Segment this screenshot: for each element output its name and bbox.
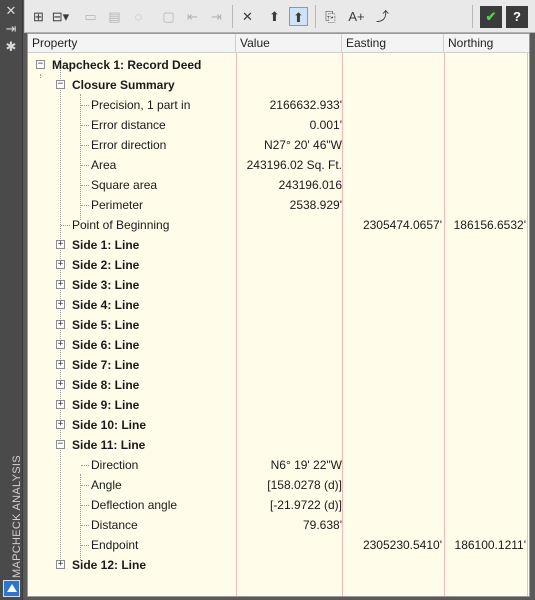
tree-row-side[interactable]: + Side 7: Line (28, 355, 529, 375)
tree-row-error-distance[interactable]: Error distance 0.001' (28, 115, 529, 135)
tree-row-side[interactable]: + Side 2: Line (28, 255, 529, 275)
expand-icon[interactable]: + (56, 240, 65, 249)
tree-row-side[interactable]: + Side 9: Line (28, 395, 529, 415)
auto-hide-icon[interactable]: ⇥ (3, 22, 19, 36)
expand-icon[interactable]: + (56, 280, 65, 289)
expand-icon[interactable]: + (56, 560, 65, 569)
property-grid: Property Value Easting Northing − Mapche… (27, 33, 530, 597)
tree-row-side[interactable]: + Side 4: Line (28, 295, 529, 315)
tree-row-side[interactable]: + Side 10: Line (28, 415, 529, 435)
mtext-output-icon[interactable]: ⤴ (373, 7, 392, 26)
expand-icon[interactable]: + (56, 320, 65, 329)
toggle-highlight-icon[interactable]: ⬆ (289, 7, 308, 26)
column-header-value[interactable]: Value (236, 34, 342, 53)
tree-rows: − Mapcheck 1: Record Deed − Closure Summ… (28, 55, 529, 575)
new-mapcheck-icon[interactable]: ▭ (81, 7, 100, 26)
collapse-icon[interactable]: − (56, 80, 65, 89)
tree-row-angle[interactable]: Angle [158.0278 (d)] (28, 475, 529, 495)
accept-check-icon[interactable]: ✔ (480, 6, 502, 28)
tree-row-closure-summary[interactable]: − Closure Summary (28, 75, 529, 95)
expand-icon[interactable]: + (56, 420, 65, 429)
move-back-icon[interactable]: ⇤ (183, 7, 202, 26)
tree-row-point-of-beginning[interactable]: Point of Beginning 2305474.0657' 186156.… (28, 215, 529, 235)
close-icon[interactable]: ✕ (3, 4, 19, 18)
tree-row-side[interactable]: + Side 5: Line (28, 315, 529, 335)
tree-row-endpoint[interactable]: Endpoint 2305230.5410' 186100.1211' (28, 535, 529, 555)
tree-row-perimeter[interactable]: Perimeter 2538.929' (28, 195, 529, 215)
tree-row-side-12[interactable]: + Side 12: Line (28, 555, 529, 575)
tree-row-mapcheck[interactable]: − Mapcheck 1: Record Deed (28, 55, 529, 75)
expand-icon[interactable]: + (56, 360, 65, 369)
toolbar: ⊞ ⊟▾ ▭ ▤ ◌ ▢ ⇤ ⇥ ✕ ⬆ ⬆ ⎘ A+ ⤴ ✔ ? (24, 0, 535, 33)
column-header-property[interactable]: Property (28, 34, 236, 53)
delete-icon[interactable]: ✕ (238, 7, 257, 26)
tree-row-side[interactable]: + Side 6: Line (28, 335, 529, 355)
expand-icon[interactable]: + (56, 400, 65, 409)
new-side-icon[interactable]: ▤ (105, 7, 124, 26)
palette-title: MAPCHECK ANALYSIS (11, 455, 23, 578)
tree-row-precision[interactable]: Precision, 1 part in 2166632.933' (28, 95, 529, 115)
expand-icon[interactable]: + (56, 380, 65, 389)
tree-row-side[interactable]: + Side 8: Line (28, 375, 529, 395)
insert-side-icon[interactable]: ▢ (159, 7, 178, 26)
expand-icon[interactable]: + (56, 340, 65, 349)
expand-icon[interactable]: + (56, 260, 65, 269)
tree-row-side-11[interactable]: − Side 11: Line (28, 435, 529, 455)
properties-gear-icon[interactable]: ✱ (3, 40, 19, 54)
column-header-northing[interactable]: Northing (444, 34, 529, 53)
tree-row-square-area[interactable]: Square area 243196.016 (28, 175, 529, 195)
palette-title-bar: ✕ ⇥ ✱ MAPCHECK ANALYSIS (0, 0, 23, 600)
expand-icon[interactable]: + (56, 300, 65, 309)
tree-row-error-direction[interactable]: Error direction N27° 20' 46"W (28, 135, 529, 155)
collapse-menu-icon[interactable]: ⊟▾ (51, 7, 70, 26)
help-icon[interactable]: ? (506, 6, 528, 28)
tree-row-side[interactable]: + Side 1: Line (28, 235, 529, 255)
tree-row-area[interactable]: Area 243196.02 Sq. Ft. (28, 155, 529, 175)
collapse-icon[interactable]: − (36, 60, 45, 69)
tree-row-direction[interactable]: Direction N6° 19' 22"W (28, 455, 529, 475)
column-header-easting[interactable]: Easting (342, 34, 444, 53)
tree-row-deflection-angle[interactable]: Deflection angle [-21.9722 (d)] (28, 495, 529, 515)
move-forward-icon[interactable]: ⇥ (207, 7, 226, 26)
mapcheck-panel: ⊞ ⊟▾ ▭ ▤ ◌ ▢ ⇤ ⇥ ✕ ⬆ ⬆ ⎘ A+ ⤴ ✔ ? Proper… (24, 0, 535, 600)
expand-all-icon[interactable]: ⊞ (29, 7, 48, 26)
civil-app-icon[interactable] (3, 580, 20, 597)
text-style-icon[interactable]: A+ (347, 7, 366, 26)
grid-header: Property Value Easting Northing (28, 34, 529, 53)
create-polyline-icon[interactable]: ⬆ (265, 7, 284, 26)
tree-row-distance[interactable]: Distance 79.638' (28, 515, 529, 535)
add-curve-icon[interactable]: ◌ (129, 7, 148, 26)
collapse-icon[interactable]: − (56, 440, 65, 449)
copy-to-clipboard-icon[interactable]: ⎘ (321, 7, 340, 26)
tree-row-side[interactable]: + Side 3: Line (28, 275, 529, 295)
